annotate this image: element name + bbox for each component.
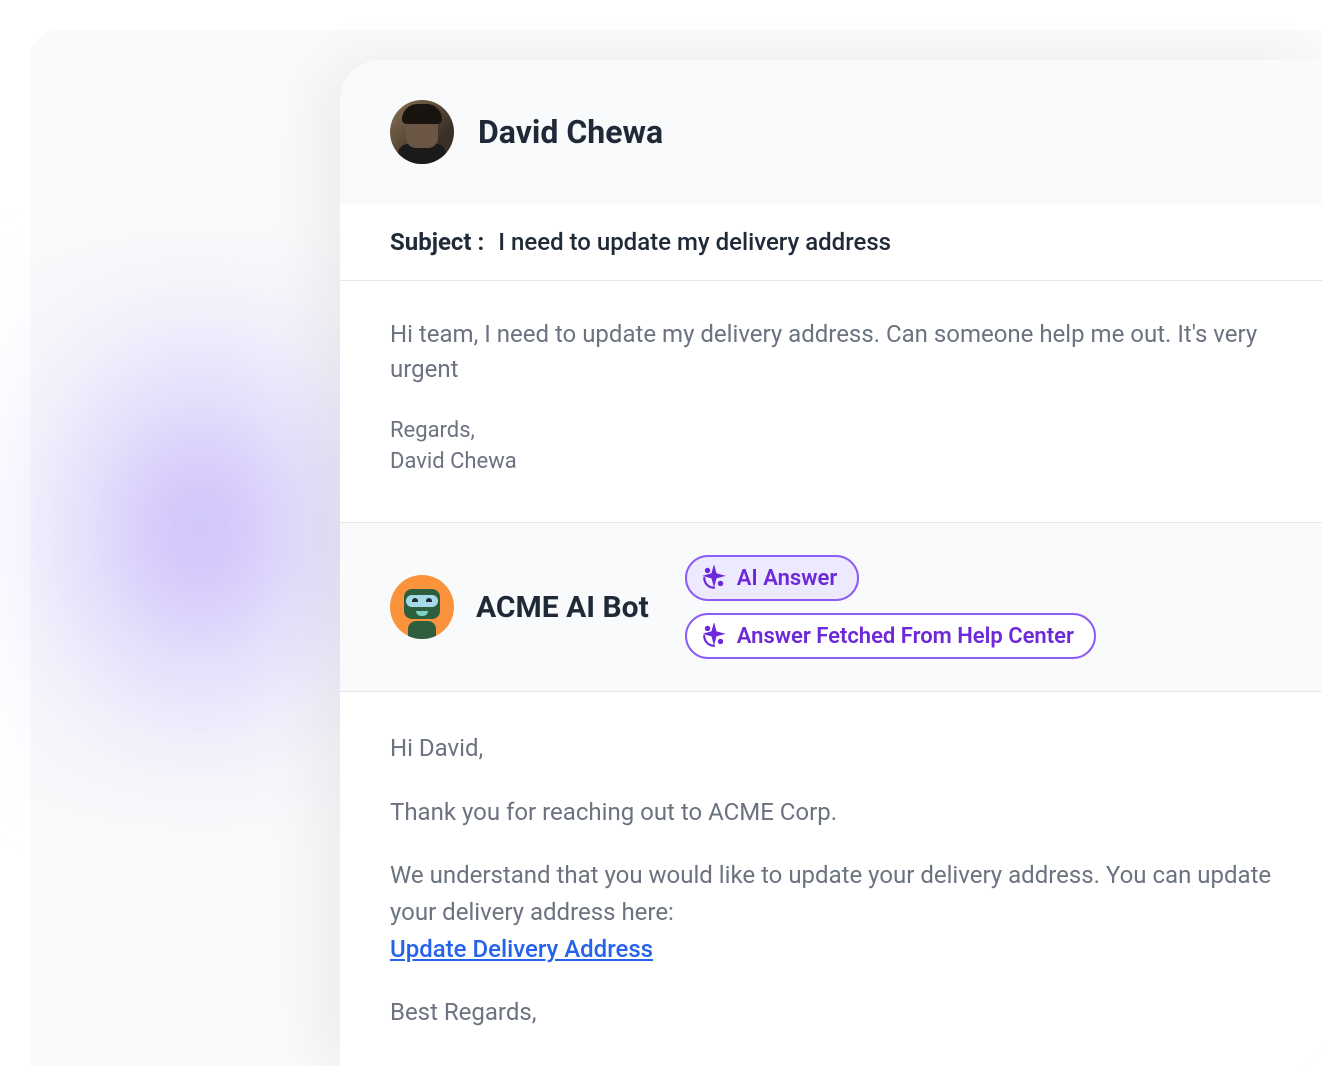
subject-text: I need to update my delivery address: [498, 228, 891, 256]
ticket-panel: David Chewa Subject : I need to update m…: [340, 60, 1322, 1066]
ai-answer-badge-label: AI Answer: [737, 566, 838, 591]
sparkle-icon: [701, 565, 727, 591]
help-center-badge[interactable]: Answer Fetched From Help Center: [685, 613, 1096, 659]
bot-thanks: Thank you for reaching out to ACME Corp.: [390, 794, 1272, 831]
bot-body-text: We understand that you would like to upd…: [390, 861, 1271, 926]
update-address-link[interactable]: Update Delivery Address: [390, 935, 653, 963]
ticket-header: David Chewa: [340, 60, 1322, 204]
bot-avatar[interactable]: [390, 575, 454, 639]
sparkle-icon: [701, 623, 727, 649]
message-text: Hi team, I need to update my delivery ad…: [390, 317, 1272, 387]
subject-label: Subject :: [390, 228, 484, 256]
customer-message: Hi team, I need to update my delivery ad…: [340, 281, 1322, 522]
message-signature: Regards, David Chewa: [390, 415, 1272, 479]
bot-body: We understand that you would like to upd…: [390, 857, 1272, 969]
bot-greeting: Hi David,: [390, 730, 1272, 767]
sender-name: David Chewa: [478, 113, 663, 151]
outer-frame: David Chewa Subject : I need to update m…: [0, 0, 1322, 1066]
sender-avatar[interactable]: [390, 100, 454, 164]
bot-badges: AI Answer Answer Fetched From Help Cente…: [685, 555, 1096, 659]
bot-response: Hi David, Thank you for reaching out to …: [340, 692, 1322, 1066]
bot-name: ACME AI Bot: [476, 590, 649, 625]
bot-closing: Best Regards,: [390, 994, 1272, 1031]
subject-bar: Subject : I need to update my delivery a…: [340, 204, 1322, 281]
signature-regards: Regards,: [390, 415, 1272, 447]
signature-name: David Chewa: [390, 446, 1272, 478]
help-center-badge-label: Answer Fetched From Help Center: [737, 624, 1074, 649]
ai-answer-badge[interactable]: AI Answer: [685, 555, 860, 601]
bot-header: ACME AI Bot AI Answer: [340, 522, 1322, 692]
